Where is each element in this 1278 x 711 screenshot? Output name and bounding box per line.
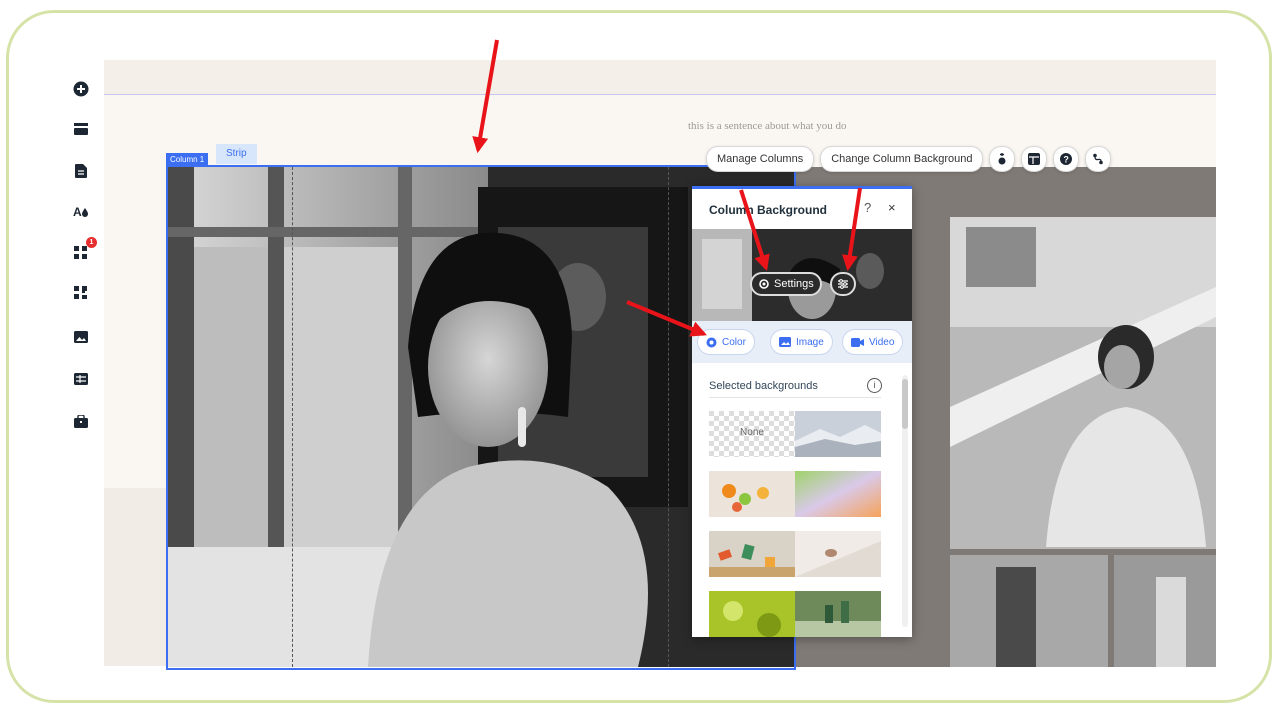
image-button[interactable]: Image [770,329,833,355]
animation-icon[interactable] [989,146,1016,172]
color-label: Color [722,336,746,348]
video-button[interactable]: Video [842,329,904,355]
table-icon[interactable] [72,370,90,388]
background-thumb[interactable] [795,411,881,457]
media-icon[interactable] [72,328,90,346]
divider [709,397,881,398]
column-toolbar: Manage Columns Change Column Background … [706,146,1112,172]
background-thumb[interactable] [709,591,795,637]
thumb-none-label: None [740,427,764,438]
adjust-icon [838,279,848,289]
close-button[interactable]: × [888,200,896,215]
connect-icon[interactable] [1085,146,1112,172]
settings-label: Settings [774,278,814,290]
column-tag[interactable]: Column 1 [166,153,209,166]
help-icon[interactable]: ? [1053,146,1080,172]
manage-columns-button[interactable]: Manage Columns [706,146,815,172]
info-icon[interactable]: i [867,378,882,393]
panel-title: Column Background [709,203,828,217]
video-camera-icon [851,337,864,347]
layout-icon[interactable] [1021,146,1048,172]
adjust-button[interactable] [830,272,856,296]
background-type-row: Color Image Video [692,321,912,363]
change-column-background-button[interactable]: Change Column Background [820,146,984,172]
background-thumb[interactable] [795,471,881,517]
image-label: Image [796,336,824,348]
header-strip[interactable] [104,60,1216,95]
background-thumb[interactable] [795,531,881,577]
page-icon[interactable] [72,162,90,180]
svg-text:?: ? [1064,155,1070,165]
plus-circle-icon[interactable] [72,80,90,98]
theme-icon[interactable]: A [72,202,90,220]
apps-icon[interactable]: 1 [72,237,97,262]
svg-text:A: A [73,205,82,218]
column-background-panel: Column Background ? × Settings Color Ima… [692,186,912,637]
puzzle-icon[interactable] [72,284,90,302]
panel-scrollbar[interactable] [902,375,908,627]
briefcase-icon[interactable] [72,412,90,430]
apps-badge: 1 [86,237,97,248]
background-thumb[interactable] [709,531,795,577]
image-icon [779,337,791,347]
strip-icon[interactable] [72,120,90,138]
background-thumb[interactable] [795,591,881,637]
settings-button[interactable]: Settings [750,272,822,296]
help-button[interactable]: ? [864,200,871,215]
video-label: Video [869,336,895,348]
paint-drop-icon [706,337,717,347]
background-thumb-none[interactable]: None [709,411,795,457]
tagline-text[interactable]: this is a sentence about what you do [688,120,847,132]
panel-header[interactable]: Column Background ? × [692,189,912,229]
background-thumb[interactable] [709,471,795,517]
gear-icon [759,279,769,289]
color-button[interactable]: Color [697,329,755,355]
canvas-band [104,488,166,666]
selected-backgrounds-heading: Selected backgrounds [709,380,818,392]
scrollbar-thumb[interactable] [902,379,908,429]
strip-tag[interactable]: Strip [216,144,257,164]
